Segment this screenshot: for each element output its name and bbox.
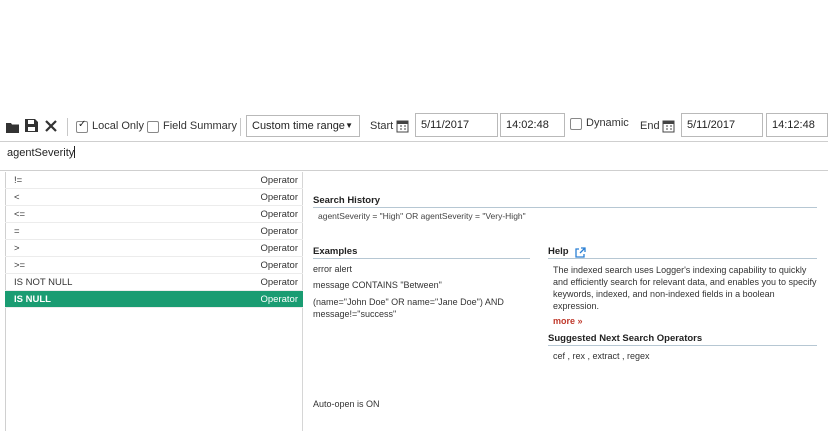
- local-only-label: Local Only: [92, 120, 144, 132]
- example-item[interactable]: error alert: [313, 264, 352, 274]
- example-item[interactable]: (name="John Doe" OR name="Jane Doe") AND…: [313, 296, 528, 320]
- dropdown-arrow-icon: ▼: [345, 121, 353, 130]
- operator-type: Operator: [260, 209, 299, 220]
- divider: [313, 207, 817, 208]
- operator-symbol: >=: [14, 260, 26, 271]
- operator-item-selected[interactable]: IS NULL Operator: [5, 291, 303, 308]
- search-input[interactable]: agentSeverity: [0, 141, 828, 171]
- suggested-operators-list[interactable]: cef , rex , extract , regex: [553, 351, 650, 361]
- help-text: The indexed search uses Logger's indexin…: [553, 265, 817, 311]
- operator-item[interactable]: > Operator: [5, 240, 303, 257]
- toolbar: Local Only Field Summary Custom time ran…: [0, 110, 828, 142]
- search-history-heading: Search History: [313, 195, 381, 206]
- example-item[interactable]: message CONTAINS "Between": [313, 280, 442, 290]
- close-icon[interactable]: [45, 119, 57, 137]
- operator-symbol: IS NULL: [14, 294, 51, 305]
- operator-type: Operator: [260, 192, 299, 203]
- field-summary-checkbox[interactable]: [147, 121, 159, 133]
- start-label: Start: [370, 120, 394, 132]
- operator-type: Operator: [260, 226, 299, 237]
- start-date-input[interactable]: 5/11/2017: [415, 113, 498, 137]
- operator-type: Operator: [260, 260, 299, 271]
- end-date-input[interactable]: 5/11/2017: [681, 113, 763, 137]
- auto-open-status[interactable]: Auto-open is ON: [313, 399, 380, 409]
- operator-symbol: <: [14, 192, 20, 203]
- operator-type: Operator: [260, 243, 299, 254]
- field-summary-label: Field Summary: [163, 120, 237, 132]
- operator-item[interactable]: = Operator: [5, 223, 303, 240]
- calendar-icon[interactable]: [396, 119, 410, 138]
- end-label: End: [640, 120, 660, 132]
- operator-item[interactable]: >= Operator: [5, 257, 303, 274]
- divider: [548, 345, 817, 346]
- divider: [548, 258, 817, 259]
- local-only-checkbox[interactable]: [76, 119, 88, 133]
- operator-type: Operator: [260, 175, 299, 186]
- time-range-value: Custom time range: [252, 120, 345, 132]
- help-heading: Help: [548, 246, 569, 257]
- dynamic-checkbox[interactable]: [570, 118, 582, 130]
- operator-symbol: IS NOT NULL: [14, 277, 73, 288]
- text-cursor: [74, 146, 76, 158]
- dynamic-label: Dynamic: [586, 117, 629, 129]
- more-link[interactable]: more »: [553, 316, 583, 326]
- separator: [240, 118, 241, 136]
- external-link-icon[interactable]: [575, 245, 586, 263]
- operator-item[interactable]: IS NOT NULL Operator: [5, 274, 303, 291]
- operator-item[interactable]: < Operator: [5, 189, 303, 206]
- end-time-input[interactable]: 14:12:48: [766, 113, 828, 137]
- examples-heading: Examples: [313, 246, 358, 257]
- save-icon[interactable]: [25, 119, 38, 137]
- operator-symbol: <=: [14, 209, 26, 220]
- operator-type: Operator: [260, 277, 299, 288]
- operator-item[interactable]: <= Operator: [5, 206, 303, 223]
- time-range-select[interactable]: Custom time range ▼: [246, 115, 360, 137]
- search-query: agentSeverity: [7, 147, 75, 159]
- operator-type: Operator: [260, 294, 299, 305]
- folder-icon[interactable]: [6, 120, 19, 138]
- operator-item[interactable]: != Operator: [5, 172, 303, 189]
- start-time-input[interactable]: 14:02:48: [500, 113, 565, 137]
- calendar-icon[interactable]: [662, 119, 676, 138]
- search-history-entry[interactable]: agentSeverity = "High" OR agentSeverity …: [318, 211, 526, 221]
- separator: [67, 118, 68, 136]
- operator-symbol: >: [14, 243, 20, 254]
- operator-symbol: !=: [14, 175, 23, 186]
- operator-symbol: =: [14, 226, 20, 237]
- suggested-operators-heading: Suggested Next Search Operators: [548, 333, 703, 344]
- operator-list: != Operator < Operator <= Operator = Ope…: [5, 172, 303, 431]
- divider: [313, 258, 530, 259]
